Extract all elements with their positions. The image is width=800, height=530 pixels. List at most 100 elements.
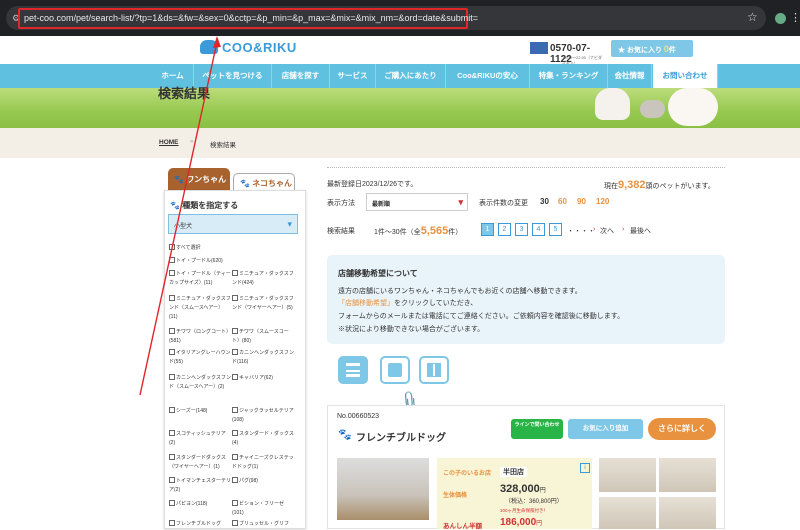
chevron-right-icon: › [622, 226, 625, 233]
breed-checkbox[interactable]: イタリアングレーハウンド(55) [169, 349, 231, 367]
hero-cat-image [640, 100, 665, 118]
per-page-30[interactable]: 30 [540, 197, 549, 206]
grid-view-button[interactable] [419, 356, 449, 384]
pet-thumbnail[interactable] [599, 458, 656, 492]
nav-features[interactable]: 特集・ランキング [530, 64, 608, 88]
breed-checkbox[interactable]: すべて選択 [169, 244, 231, 253]
shop-name[interactable]: 半田店 [500, 467, 527, 477]
nav-home[interactable]: ホーム [152, 64, 194, 88]
tab-cat[interactable]: 🐾 ネコちゃん [233, 173, 295, 190]
breed-checkbox[interactable]: スタンダードダックス（ワイヤーヘアー）(1) [169, 454, 231, 472]
per-page-120[interactable]: 120 [596, 197, 609, 206]
shop-label: この子のいるお店 [443, 471, 492, 477]
logo-dog-icon[interactable] [200, 40, 218, 54]
browser-menu-icon[interactable]: ⋮ [790, 11, 800, 24]
breed-checkbox[interactable]: キャバリア(62) [232, 374, 294, 383]
nav-stores[interactable]: 店舗を探す [272, 64, 330, 88]
notice-line: フォームからのメールまたは電話にてご連絡ください。ご依頼内容を確認後に移動します… [338, 313, 625, 320]
hero-dog-image [595, 88, 630, 120]
breadcrumb-current: 検索結果 [210, 142, 236, 149]
breed-checkbox[interactable]: パピヨン(118) [169, 500, 231, 509]
list-view-button[interactable] [338, 356, 368, 384]
price-value: 328,000円 [500, 483, 546, 495]
favorites-suffix: 件 [668, 47, 676, 54]
favorites-button[interactable]: ★ お気に入り 0件 [611, 40, 693, 57]
per-page-label: 表示件数の変更 [479, 200, 528, 207]
price-label: 生体価格 [443, 493, 468, 499]
result-total: 1件〜30件（全5,565件） [374, 225, 463, 237]
page-5[interactable]: 5 [549, 223, 562, 236]
add-favorite-button[interactable]: お気に入り追加 [568, 419, 643, 439]
breed-checkbox[interactable]: スコティッシュテリア(2) [169, 430, 231, 448]
tab-dog[interactable]: 🐾 ワンちゃん [168, 168, 230, 190]
more-details-button[interactable]: さらに詳しく [648, 418, 716, 440]
favorites-label: お気に入り [626, 47, 662, 54]
phone-box: 0570-07-1122 10:00〜22:00（ナビダイヤル） [530, 40, 606, 66]
breed-checkbox[interactable]: パグ(98) [232, 477, 294, 486]
breed-filter-heading: 🐾 種類を指定する [170, 201, 239, 210]
breed-checkbox[interactable]: カニンヘンダックスフンド（スムースヘアー）(2) [169, 374, 231, 392]
breed-checkbox[interactable]: ミニチュア・ダックスフンド(424) [232, 270, 294, 288]
breed-checkbox[interactable]: ミニチュア・ダックスフンド（ワイヤーヘアー）(5) [232, 295, 294, 313]
transfer-request-link[interactable]: 「店舗移動希望」 [338, 300, 394, 307]
paw-icon: 🐾 [338, 429, 352, 441]
breed-checkbox[interactable]: ブリュッセル・グリフ [232, 520, 294, 529]
page-title: 検索結果 [158, 86, 211, 101]
pet-photo-main[interactable] [337, 458, 429, 520]
breed-checkbox[interactable]: トイ・プードル(620) [169, 257, 231, 266]
page-1[interactable]: 1 [481, 223, 494, 236]
navi-dial-icon [530, 42, 548, 54]
nav-find-pet[interactable]: ペットを見つける [194, 64, 272, 88]
pet-thumbnail[interactable] [659, 497, 716, 529]
breed-checkbox[interactable]: カニンヘンダックスフンド(116) [232, 349, 294, 367]
breed-checkbox[interactable]: チワワ（ロングコート）(581) [169, 328, 231, 346]
page-4[interactable]: 4 [532, 223, 545, 236]
size-select[interactable]: 小型犬 [168, 214, 298, 234]
breed-checkbox[interactable]: トイ・プードル（ティーカップサイズ）(11) [169, 270, 231, 288]
nav-company[interactable]: 会社情報 [608, 64, 652, 88]
page-3[interactable]: 3 [515, 223, 528, 236]
last-page-link[interactable]: 最後へ [630, 226, 651, 236]
pet-breed: フレンチブルドッグ [356, 433, 446, 444]
notice-line: 「店舗移動希望」をクリックしていただき、 [338, 300, 478, 307]
last-registered: 最新登録日2023/12/26です。 [327, 181, 418, 188]
breed-checkbox[interactable]: シーズー(148) [169, 407, 231, 416]
nav-purchase[interactable]: ご購入にあたり [376, 64, 446, 88]
page-2[interactable]: 2 [498, 223, 511, 236]
single-view-button[interactable] [380, 356, 410, 384]
line-inquiry-button[interactable]: ラインで問い合わせ [511, 419, 563, 439]
next-page-link[interactable]: 次へ [600, 226, 614, 236]
breed-checkbox[interactable]: ミニチュア・ダックスフンド（スムースヘアー）(11) [169, 295, 231, 322]
breed-checkbox[interactable]: チャイニーズクレステッドドッグ(1) [232, 454, 294, 472]
breed-checkbox[interactable]: ビション・フリーゼ(101) [232, 500, 294, 518]
breed-checkbox[interactable]: スタンダード・ダックス(4) [232, 430, 294, 448]
breed-checkbox[interactable]: ジャックラッセルテリア(108) [232, 407, 294, 425]
pet-thumbnail[interactable] [659, 458, 716, 492]
nav-assurance[interactable]: Coo&RIKUの安心 [446, 64, 530, 88]
breed-checkbox[interactable]: フレンチブルドッグ [169, 520, 231, 529]
sort-select[interactable]: 最新順 [366, 193, 468, 211]
per-page-90[interactable]: 90 [577, 197, 586, 206]
info-icon[interactable]: i [580, 463, 590, 473]
page-ellipsis: ・・・・ [567, 228, 595, 235]
per-page-60[interactable]: 60 [558, 197, 567, 206]
breed-checkbox[interactable]: チワワ（スムースコート）(80) [232, 328, 294, 346]
site-logo[interactable]: COO&RIKU [222, 40, 297, 55]
extension-icon[interactable] [775, 13, 786, 24]
breed-checkbox[interactable]: トイマンチェスターテリア(2) [169, 477, 231, 495]
nav-services[interactable]: サービス [330, 64, 376, 88]
bookmark-star-icon[interactable]: ☆ [747, 10, 758, 24]
divider [327, 167, 725, 168]
breadcrumb-home[interactable]: HOME [159, 139, 179, 146]
paw-icon: 🐾 [170, 201, 180, 210]
half-price-value: 186,000円 [500, 517, 543, 528]
chevron-right-icon: › [593, 226, 596, 233]
list-icon [346, 363, 360, 377]
tab-dog-label: ワンちゃん [186, 175, 227, 184]
pet-thumbnail[interactable] [599, 497, 656, 529]
nav-contact[interactable]: お問い合わせ [653, 64, 718, 88]
notice-title: 店舗移動希望について [338, 269, 418, 278]
breadcrumb [0, 128, 800, 158]
url-text[interactable]: pet-coo.com/pet/search-list/?tp=1&ds=&fw… [24, 13, 478, 23]
breadcrumb-separator: » [190, 139, 194, 145]
